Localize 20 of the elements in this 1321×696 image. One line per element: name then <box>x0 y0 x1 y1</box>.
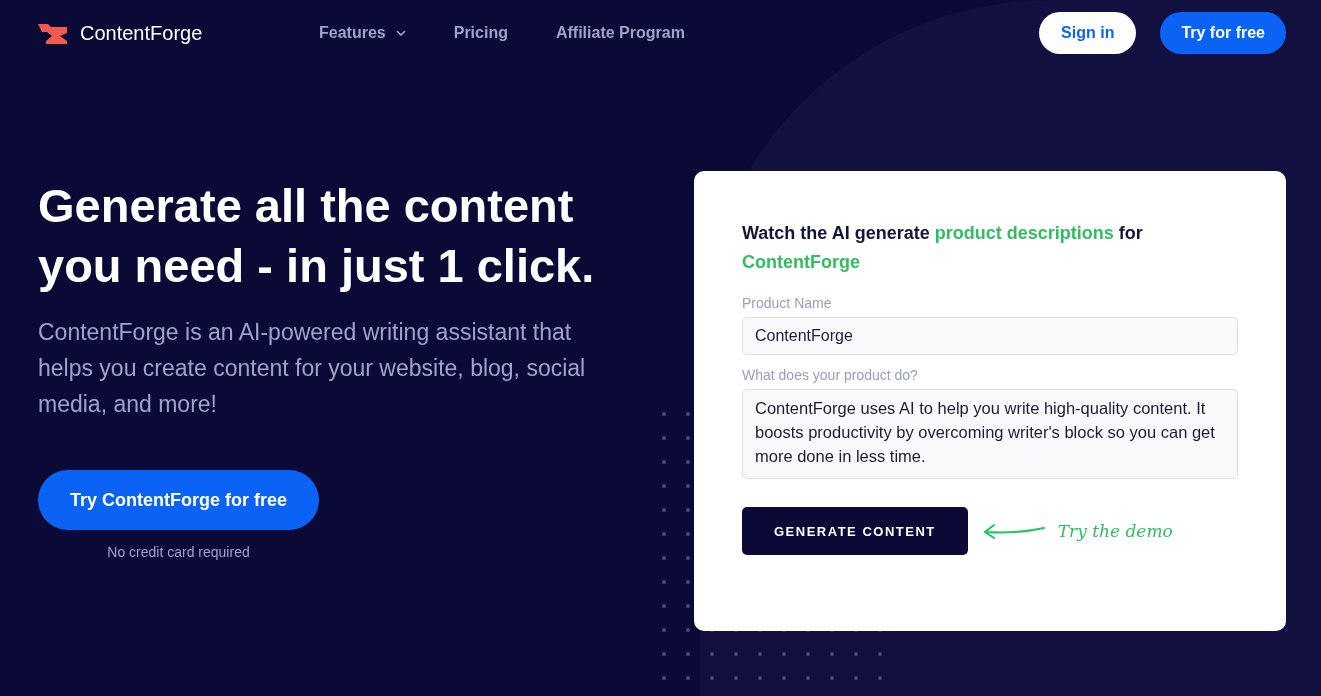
generate-content-button[interactable]: GENERATE CONTENT <box>742 507 968 555</box>
sign-in-button[interactable]: Sign in <box>1039 12 1137 54</box>
product-description-field[interactable]: ContentForge uses AI to help you write high-quality content. It boosts productivity by overcoming writer's block so you can get more done in less time. <box>742 389 1238 479</box>
try-demo-hint: Try the demo <box>1057 521 1173 541</box>
no-credit-card-note: No credit card required <box>107 544 250 560</box>
hero-subtitle: ContentForge is an AI-powered writing assistant that helps you create content for your website, blog, social media, and more! <box>38 318 587 419</box>
arrow-left-icon <box>981 522 1046 540</box>
nav-link[interactable]: Pricing <box>453 24 508 42</box>
nav-link[interactable]: Affiliate Program <box>555 24 685 42</box>
field-label: Product Name <box>742 295 833 311</box>
brand-name: ContentForge <box>80 21 203 45</box>
product-name-field[interactable]: ContentForge <box>742 317 1238 355</box>
try-for-free-button[interactable]: Try for free <box>1160 12 1286 54</box>
hero-heading: Generate all the content you need - in just 1 click. <box>38 178 596 294</box>
anvil-logo-icon <box>38 22 70 44</box>
try-free-cta-button[interactable]: Try ContentForge for free <box>38 470 320 530</box>
nav-link[interactable]: Features <box>319 24 406 42</box>
field-label: What does your product do? <box>742 367 919 383</box>
chevron-down-icon <box>395 30 406 36</box>
demo-title: Watch the AI generate product descriptions for ContentForge <box>742 222 1144 274</box>
